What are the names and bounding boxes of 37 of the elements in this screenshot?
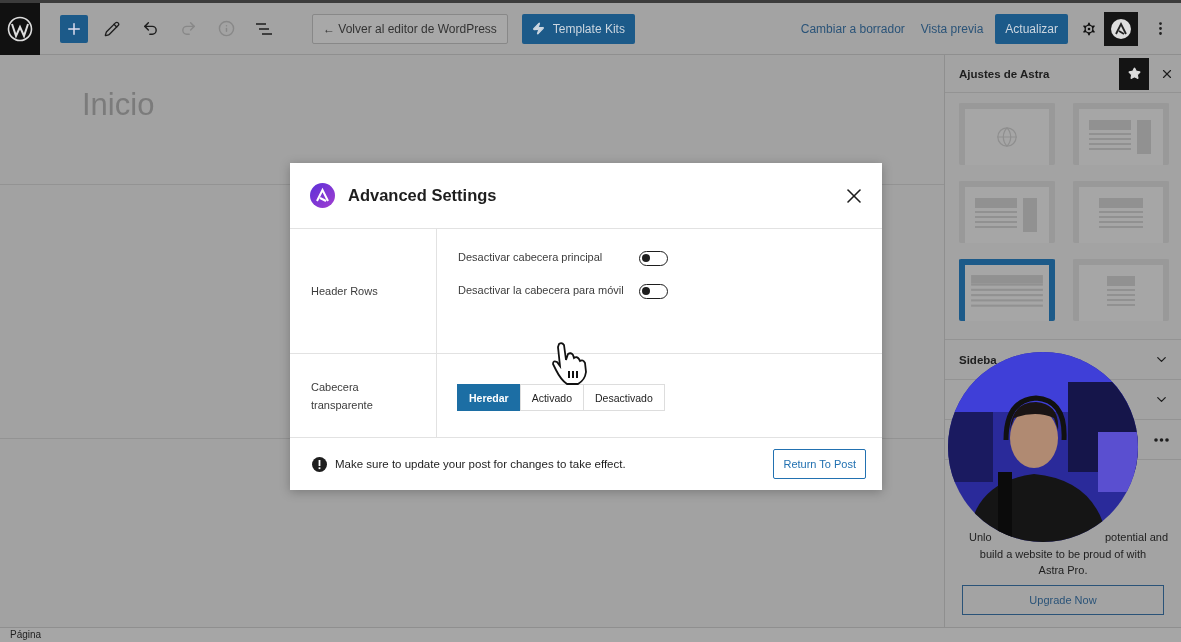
star-button[interactable]	[1119, 57, 1149, 90]
modal-title: Advanced Settings	[348, 186, 498, 205]
toggle-switch[interactable]	[639, 284, 668, 299]
toggle-label: Desactivar la cabecera para móvil	[458, 283, 625, 298]
globe-icon	[996, 126, 1018, 148]
toggle-switch[interactable]	[639, 251, 668, 266]
more-icon[interactable]	[1154, 437, 1169, 442]
toggle-label: Desactivar cabecera principal	[458, 250, 604, 265]
setting-label: Cabecera transparente	[311, 379, 374, 413]
promo-text: Astra Pro.	[1038, 563, 1088, 578]
back-to-editor-button[interactable]: ← Volver al editor de WordPress	[312, 13, 508, 44]
return-to-post-button[interactable]: Return To Post	[773, 449, 866, 479]
upgrade-button[interactable]: Upgrade Now	[962, 584, 1164, 615]
segment-option[interactable]: Heredar	[457, 384, 521, 411]
add-block-button[interactable]	[60, 14, 88, 43]
toolbar-link[interactable]: Cambiar a borrador	[800, 21, 905, 36]
promo-text: potential and	[1105, 530, 1168, 545]
setting-label: Header Rows	[311, 284, 379, 299]
template-kits-button[interactable]: Template Kits	[521, 13, 635, 44]
footer-label: Página	[10, 629, 42, 640]
astra-logo-icon	[310, 183, 335, 208]
astra-icon[interactable]	[1104, 11, 1138, 46]
bolt-icon	[531, 22, 545, 35]
promo-text: build a website to be proud of with	[979, 546, 1147, 562]
sidebar-title: Ajustes de Astra	[959, 67, 1051, 80]
section-label[interactable]: Sideba	[959, 353, 997, 366]
segment-option[interactable]: Desactivado	[583, 384, 665, 411]
segment-option[interactable]: Activado	[519, 384, 584, 411]
alert-icon	[312, 456, 327, 472]
star-icon	[1127, 67, 1141, 80]
promo-text: Unlo	[969, 530, 992, 545]
layout-option[interactable]	[959, 259, 1055, 321]
toolbar-link[interactable]: Vista previa	[920, 21, 984, 36]
notice-text: Make sure to update your post for changes to take effect.	[335, 458, 627, 470]
logo-icon[interactable]	[0, 2, 40, 55]
settings-icon[interactable]	[1080, 19, 1098, 38]
update-button[interactable]: Actualizar	[995, 13, 1068, 44]
